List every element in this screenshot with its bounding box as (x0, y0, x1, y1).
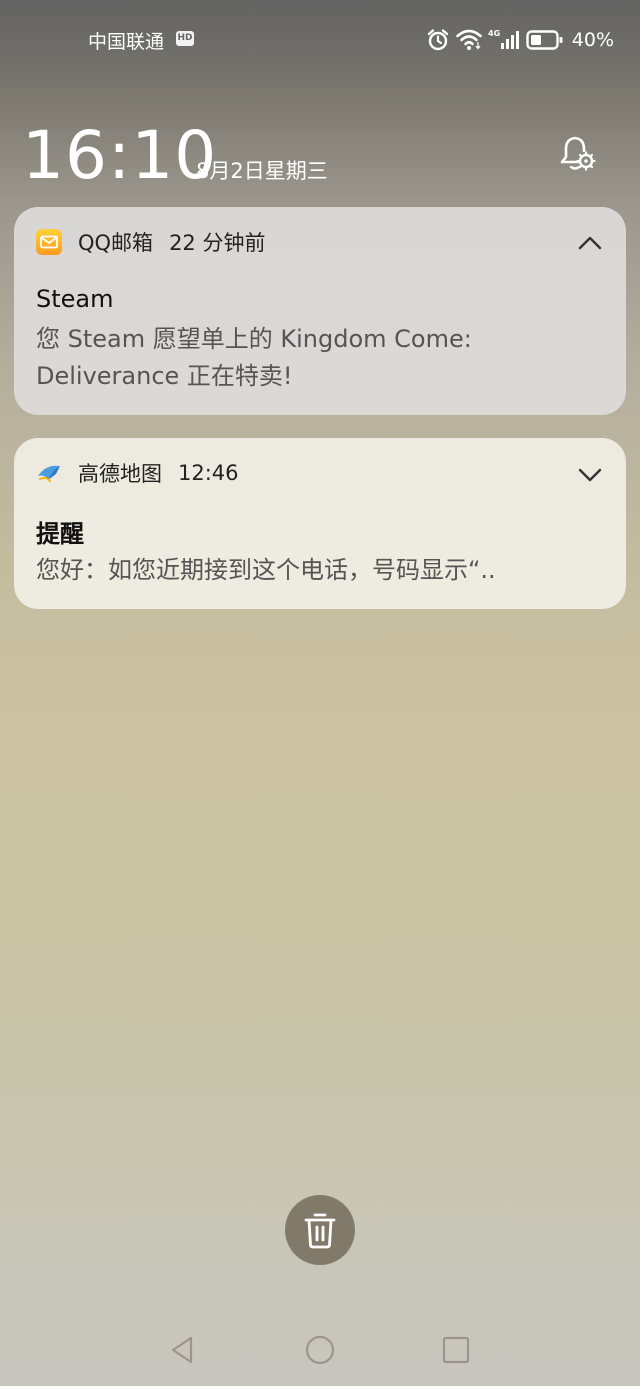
navigation-bar (0, 1330, 640, 1370)
wifi-icon (455, 29, 482, 50)
lockscreen-time: 16:10 (22, 117, 218, 194)
home-button[interactable] (304, 1334, 336, 1366)
status-icons: 4G 40% (426, 26, 614, 54)
notification-body: 您好：如您近期接到这个电话，号码显示“.. (36, 556, 496, 584)
chevron-down-icon (578, 468, 602, 482)
notification-title: 提醒 (36, 520, 84, 548)
back-button[interactable] (167, 1334, 199, 1366)
lockscreen-date: 8月2日星期三 (196, 159, 328, 183)
notification-header: QQ邮箱 22 分钟前 (36, 227, 265, 257)
notification-card-qq-mail[interactable]: QQ邮箱 22 分钟前 Steam 您 Steam 愿望单上的 Kingdom … (14, 207, 626, 415)
carrier-name: 中国联通 (88, 31, 165, 53)
notification-card-amap[interactable]: 高德地图 12:46 提醒 您好：如您近期接到这个电话，号码显示“.. (14, 438, 626, 609)
alarm-icon (427, 29, 448, 51)
trash-icon (304, 1213, 336, 1249)
hd-badge: HD (176, 31, 194, 46)
signal-icon: 4G (488, 29, 519, 49)
notification-title: Steam (36, 285, 114, 313)
collapse-button[interactable] (576, 229, 604, 257)
battery-percentage: 40% (571, 29, 614, 51)
status-bar: 中国联通 HD 4G 40% (0, 22, 640, 58)
amap-icon (38, 465, 60, 482)
recent-apps-icon (442, 1336, 470, 1364)
notification-settings-button[interactable] (554, 130, 598, 174)
network-type-label: 4G (488, 29, 500, 38)
app-name: 高德地图 (78, 462, 162, 486)
app-name: QQ邮箱 (78, 231, 154, 255)
chevron-up-icon (578, 236, 602, 250)
expand-button[interactable] (576, 460, 604, 488)
battery-icon (526, 30, 563, 50)
notification-body: 您 Steam 愿望单上的 Kingdom Come: Deliverance … (36, 325, 472, 390)
notification-header: 高德地图 12:46 (36, 458, 239, 488)
notification-time: 12:46 (178, 461, 239, 485)
clear-all-notifications-button[interactable] (285, 1195, 355, 1265)
recent-apps-button[interactable] (440, 1334, 472, 1366)
qq-mail-icon (36, 229, 62, 255)
home-icon (305, 1335, 335, 1365)
bell-settings-icon (560, 136, 596, 171)
notification-time: 22 分钟前 (169, 231, 266, 255)
back-icon (171, 1336, 193, 1364)
